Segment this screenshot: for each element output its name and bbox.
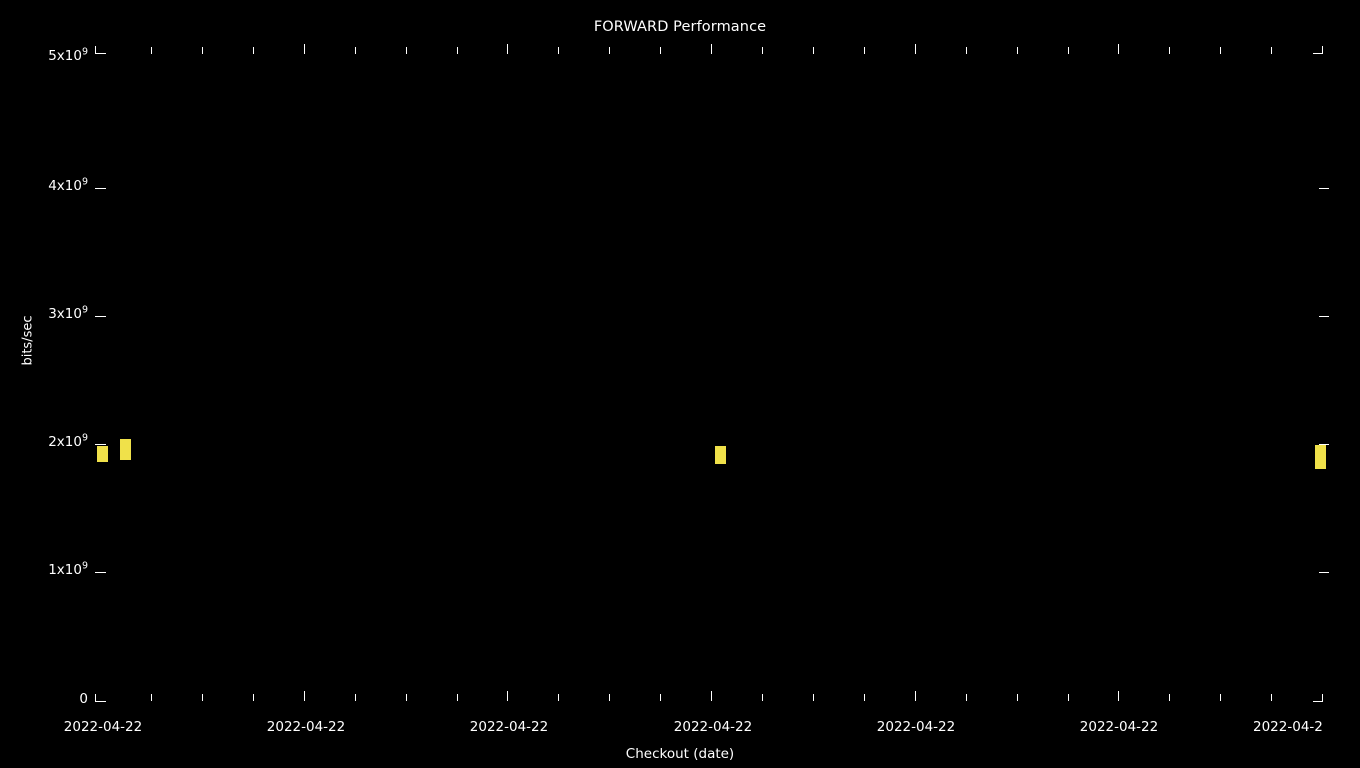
x-tick-mark-top-minor-10 [762, 47, 763, 54]
y-tick-mantissa-3: 3x10 [48, 306, 82, 322]
x-tick-label-1: 2022-04-22 [266, 719, 346, 735]
bar-0[interactable] [97, 446, 108, 462]
x-tick-mark-top-minor-11 [813, 47, 814, 54]
bar-2[interactable] [715, 446, 726, 464]
x-axis-title: Checkout (date) [625, 746, 735, 762]
bar-3[interactable] [1315, 445, 1326, 469]
axis-corner-bottom-right [1322, 694, 1323, 702]
y-tick-label-4: 4x109 [0, 176, 88, 194]
chart-page: FORWARD Performance bits/sec Checkout (d… [0, 0, 1360, 768]
y-tick-mark-0 [95, 701, 106, 702]
x-tick-label-4: 2022-04-22 [876, 719, 956, 735]
x-tick-mark-bottom-minor-17 [1220, 694, 1221, 701]
y-tick-exponent-3: 9 [81, 304, 88, 316]
x-tick-mark-bottom-major-4 [915, 691, 916, 701]
y-tick-label-3: 3x109 [0, 304, 88, 322]
y-tick-mantissa-2: 2x10 [48, 434, 82, 450]
y-tick-mark-right-3 [1319, 316, 1329, 317]
x-tick-mark-top-minor-13 [966, 47, 967, 54]
x-tick-mark-bottom-major-1 [304, 691, 305, 701]
y-tick-mantissa-1: 1x10 [48, 562, 82, 578]
y-tick-mark-right-4 [1319, 188, 1329, 189]
x-tick-mark-bottom-major-2 [507, 691, 508, 701]
y-tick-mark-right-1 [1319, 572, 1329, 573]
x-tick-label-6: 2022-04-2 [1253, 719, 1323, 735]
x-tick-mark-bottom-minor-10 [762, 694, 763, 701]
x-tick-mark-top-minor-8 [609, 47, 610, 54]
x-tick-mark-bottom-minor-16 [1169, 694, 1170, 701]
x-tick-mark-top-minor-16 [1169, 47, 1170, 54]
x-tick-mark-top-major-5 [1118, 44, 1119, 54]
axis-corner-bottom-left [95, 694, 96, 702]
x-tick-mark-bottom-minor-11 [813, 694, 814, 701]
x-tick-mark-bottom-minor-5 [406, 694, 407, 701]
x-tick-mark-bottom-minor-14 [1017, 694, 1018, 701]
axis-corner-top-right [1322, 46, 1323, 54]
x-tick-mark-top-minor-6 [457, 47, 458, 54]
y-tick-mantissa-0: 0 [79, 691, 88, 707]
x-tick-mark-top-minor-2 [202, 47, 203, 54]
x-tick-mark-top-minor-5 [406, 47, 407, 54]
y-tick-exponent-5: 9 [81, 46, 88, 58]
x-tick-mark-bottom-minor-2 [202, 694, 203, 701]
y-axis-title: bits/sec [20, 315, 36, 366]
y-tick-label-5: 5x109 [0, 46, 88, 64]
x-tick-mark-bottom-minor-6 [457, 694, 458, 701]
x-tick-mark-bottom-major-5 [1118, 691, 1119, 701]
x-tick-mark-top-minor-18 [1271, 47, 1272, 54]
x-tick-mark-bottom-major-3 [711, 691, 712, 701]
x-tick-mark-bottom-minor-13 [966, 694, 967, 701]
y-tick-mark-3 [95, 316, 106, 317]
y-tick-mark-4 [95, 188, 106, 189]
x-tick-mark-top-minor-9 [660, 47, 661, 54]
y-tick-exponent-2: 9 [81, 432, 88, 444]
x-tick-mark-top-major-2 [507, 44, 508, 54]
x-tick-mark-top-minor-17 [1220, 47, 1221, 54]
x-tick-label-5: 2022-04-22 [1079, 719, 1159, 735]
x-tick-mark-top-major-4 [915, 44, 916, 54]
x-tick-mark-bottom-minor-15 [1068, 694, 1069, 701]
y-tick-label-1: 1x109 [0, 560, 88, 578]
y-tick-mark-5 [95, 53, 106, 54]
x-tick-mark-top-minor-7 [558, 47, 559, 54]
x-tick-mark-top-minor-4 [355, 47, 356, 54]
y-tick-label-0: 0 [0, 691, 88, 707]
x-tick-mark-top-major-3 [711, 44, 712, 54]
axis-corner-top-left [95, 46, 96, 54]
x-tick-label-0: 2022-04-22 [63, 719, 143, 735]
x-tick-mark-bottom-minor-9 [660, 694, 661, 701]
x-tick-mark-bottom-minor-1 [151, 694, 152, 701]
y-tick-exponent-1: 9 [81, 560, 88, 572]
x-tick-mark-bottom-minor-8 [609, 694, 610, 701]
x-tick-mark-bottom-minor-7 [558, 694, 559, 701]
x-tick-label-2: 2022-04-22 [469, 719, 549, 735]
y-tick-mark-1 [95, 572, 106, 573]
y-tick-label-2: 2x109 [0, 432, 88, 450]
x-tick-label-3: 2022-04-22 [673, 719, 753, 735]
x-tick-mark-top-major-1 [304, 44, 305, 54]
x-tick-mark-bottom-minor-18 [1271, 694, 1272, 701]
x-tick-mark-bottom-minor-3 [253, 694, 254, 701]
x-tick-mark-top-minor-12 [864, 47, 865, 54]
y-tick-mantissa-5: 5x10 [48, 48, 82, 64]
bar-1[interactable] [120, 439, 131, 460]
y-tick-mantissa-4: 4x10 [48, 178, 82, 194]
x-tick-mark-top-minor-15 [1068, 47, 1069, 54]
x-tick-mark-top-minor-14 [1017, 47, 1018, 54]
x-tick-mark-top-minor-3 [253, 47, 254, 54]
y-tick-exponent-4: 9 [81, 176, 88, 188]
x-tick-mark-bottom-minor-4 [355, 694, 356, 701]
chart-title: FORWARD Performance [593, 19, 767, 35]
x-tick-mark-bottom-minor-12 [864, 694, 865, 701]
x-tick-mark-top-minor-1 [151, 47, 152, 54]
y-tick-mark-2 [95, 444, 106, 445]
